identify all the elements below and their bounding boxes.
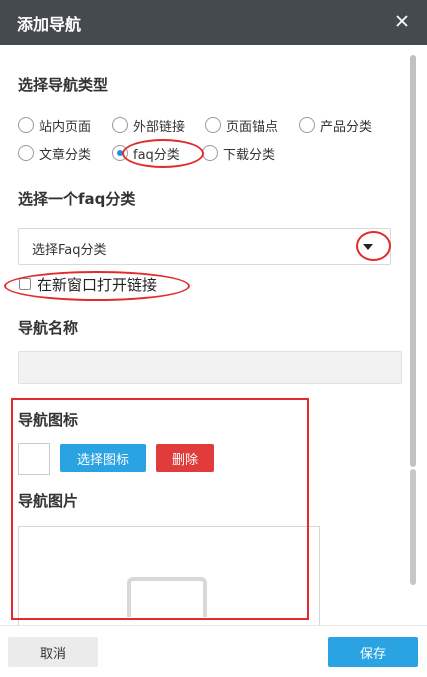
radio-circle bbox=[18, 145, 34, 161]
radio-faq-category[interactable]: faq分类 bbox=[112, 143, 180, 163]
radio-article-category[interactable]: 文章分类 bbox=[18, 143, 91, 163]
scrollbar-thumb[interactable] bbox=[410, 55, 416, 467]
radio-download-category[interactable]: 下载分类 bbox=[202, 143, 275, 163]
cancel-button[interactable]: 取消 bbox=[8, 637, 98, 667]
checkbox-box[interactable] bbox=[19, 278, 31, 290]
chevron-down-icon[interactable] bbox=[363, 244, 373, 250]
radio-circle bbox=[112, 117, 128, 133]
radio-internal-page[interactable]: 站内页面 bbox=[18, 115, 91, 135]
radio-circle bbox=[112, 145, 128, 161]
dialog-body: 选择导航类型 站内页面 外部链接 页面锚点 产品分类 文章分类 faq分类 下载… bbox=[0, 45, 427, 625]
nav-image-upload[interactable] bbox=[18, 526, 320, 625]
radio-circle bbox=[205, 117, 221, 133]
select-icon-button[interactable]: 选择图标 bbox=[60, 444, 146, 472]
nav-name-input[interactable] bbox=[18, 351, 402, 384]
dialog-titlebar: 添加导航 bbox=[0, 0, 427, 45]
save-button[interactable]: 保存 bbox=[328, 637, 418, 667]
radio-external-link[interactable]: 外部链接 bbox=[112, 115, 185, 135]
radio-label: 文章分类 bbox=[39, 147, 92, 163]
radio-page-anchor[interactable]: 页面锚点 bbox=[205, 115, 278, 135]
radio-label: 下载分类 bbox=[223, 147, 276, 163]
open-new-window-checkbox[interactable]: 在新窗口打开链接 bbox=[19, 274, 157, 294]
close-icon[interactable] bbox=[391, 9, 413, 33]
dialog-title: 添加导航 bbox=[17, 15, 82, 34]
delete-icon-button[interactable]: 删除 bbox=[156, 444, 214, 472]
radio-label: 外部链接 bbox=[133, 119, 186, 135]
radio-circle bbox=[202, 145, 218, 161]
faq-category-select[interactable]: 选择Faq分类 bbox=[18, 228, 391, 265]
radio-circle bbox=[18, 117, 34, 133]
radio-label: 产品分类 bbox=[320, 119, 373, 135]
icon-preview bbox=[18, 443, 50, 475]
radio-label: 页面锚点 bbox=[226, 119, 279, 135]
nav-type-label: 选择导航类型 bbox=[18, 76, 109, 94]
dialog-footer: 取消 保存 bbox=[0, 625, 427, 677]
radio-label: 站内页面 bbox=[39, 119, 92, 135]
faq-category-label: 选择一个faq分类 bbox=[18, 190, 136, 208]
scrollbar-lower-track[interactable] bbox=[410, 469, 416, 585]
nav-icon-label: 导航图标 bbox=[18, 411, 79, 429]
faq-category-selected-value: 选择Faq分类 bbox=[32, 243, 107, 258]
radio-label: faq分类 bbox=[133, 147, 180, 163]
image-placeholder-icon bbox=[127, 577, 207, 617]
nav-image-label: 导航图片 bbox=[18, 492, 79, 510]
radio-product-category[interactable]: 产品分类 bbox=[299, 115, 372, 135]
open-new-window-label: 在新窗口打开链接 bbox=[37, 275, 158, 294]
scrollbar[interactable] bbox=[410, 55, 418, 585]
nav-name-label: 导航名称 bbox=[18, 319, 79, 337]
radio-circle bbox=[299, 117, 315, 133]
